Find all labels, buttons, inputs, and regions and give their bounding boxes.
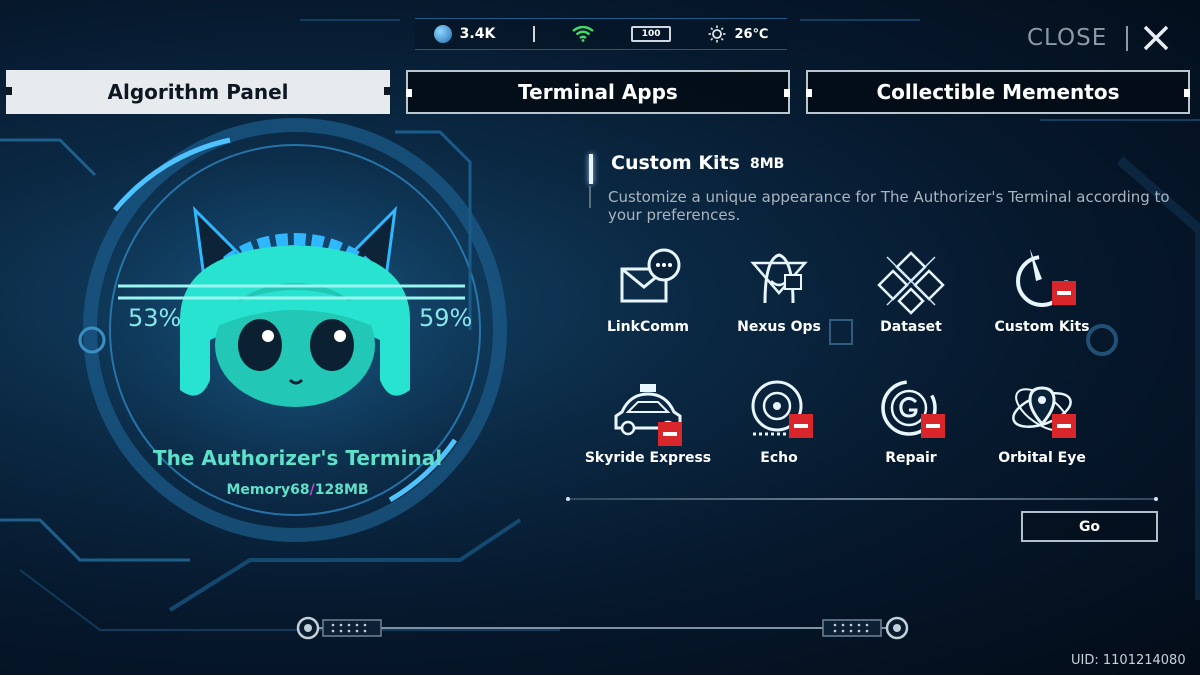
tab-label: Terminal Apps — [518, 80, 678, 104]
app-label: Nexus Ops — [737, 319, 821, 335]
app-repair[interactable]: Repair — [846, 372, 976, 482]
wifi-icon — [572, 26, 594, 42]
tab-nub — [806, 89, 812, 97]
credits-indicator: 3.4K — [433, 25, 496, 43]
go-button[interactable]: Go — [1021, 511, 1158, 542]
music-disc-icon — [751, 380, 813, 438]
uid-value: 1101214080 — [1102, 653, 1186, 668]
tab-label: Algorithm Panel — [107, 80, 289, 104]
tab-nub — [6, 87, 12, 95]
left-percent: 53% — [128, 304, 182, 332]
signal-indicator — [572, 26, 594, 42]
tab-collectible-mementos[interactable]: Collectible Mementos — [806, 70, 1190, 114]
g-circle-icon — [881, 380, 945, 438]
app-label: Orbital Eye — [998, 450, 1086, 466]
uid-readout: UID: 1101214080 — [1071, 653, 1186, 668]
memory-label: Memory — [226, 482, 291, 498]
go-button-label: Go — [1078, 518, 1101, 535]
kit-title-marker-line — [589, 186, 591, 208]
app-linkcomm[interactable]: LinkComm — [583, 241, 713, 351]
app-label: Custom Kits — [994, 319, 1090, 335]
app-dataset[interactable]: Dataset — [846, 241, 976, 351]
memory-readout: Memory68/128MB — [190, 482, 405, 498]
kit-size: 8MB — [750, 156, 785, 172]
mail-chat-icon — [620, 248, 681, 303]
right-percent: 59% — [419, 304, 473, 332]
tab-nub — [1184, 89, 1190, 97]
temperature-indicator: 26℃ — [708, 25, 768, 43]
status-bar: 3.4K 100 26℃ — [415, 18, 787, 50]
tab-terminal-apps[interactable]: Terminal Apps — [406, 70, 790, 114]
close-separator — [1126, 26, 1128, 51]
kit-description: Customize a unique appearance for The Au… — [608, 188, 1170, 224]
tab-algorithm-panel[interactable]: Algorithm Panel — [6, 70, 390, 114]
status-separator — [532, 26, 535, 42]
battery-icon: 100 — [631, 26, 672, 42]
app-nexus-ops[interactable]: Nexus Ops — [714, 241, 844, 351]
kit-title-marker — [589, 154, 593, 184]
sun-icon — [708, 25, 726, 43]
battery-indicator: 100 — [631, 26, 672, 42]
diamond-grid-icon — [877, 251, 945, 315]
memory-used: 68 — [290, 482, 310, 498]
globe-icon — [433, 25, 452, 43]
temperature-value: 26℃ — [734, 26, 769, 42]
tab-nub — [406, 89, 412, 97]
close-icon[interactable] — [1140, 22, 1172, 54]
app-orbital-eye[interactable]: Orbital Eye — [977, 372, 1107, 482]
app-echo[interactable]: Echo — [714, 372, 844, 482]
taxi-icon — [614, 384, 682, 446]
battery-value: 100 — [641, 29, 661, 39]
app-label: LinkComm — [606, 319, 690, 335]
tab-nub — [784, 89, 790, 97]
brush-circle-icon — [1016, 249, 1076, 307]
app-custom-kits[interactable]: Custom Kits — [977, 241, 1107, 351]
apps-divider — [566, 497, 1158, 501]
close-label[interactable]: CLOSE — [1027, 25, 1107, 51]
credits-value: 3.4K — [459, 26, 496, 42]
kit-title: Custom Kits — [611, 152, 740, 174]
app-label: Dataset — [880, 319, 942, 335]
terminal-name: The Authorizer's Terminal — [152, 446, 443, 470]
bottom-rail — [296, 616, 909, 640]
tab-nub — [384, 87, 390, 95]
app-label: Echo — [760, 450, 798, 466]
app-skyride-express[interactable]: Skyride Express — [583, 372, 713, 482]
memory-total: 128MB — [314, 482, 369, 498]
tab-label: Collectible Mementos — [876, 80, 1120, 104]
app-label: Repair — [885, 450, 937, 466]
location-orbit-icon — [1012, 386, 1076, 438]
app-label: Skyride Express — [584, 450, 712, 466]
uid-label: UID: — [1071, 653, 1099, 668]
hooded-figure-icon — [750, 253, 808, 304]
